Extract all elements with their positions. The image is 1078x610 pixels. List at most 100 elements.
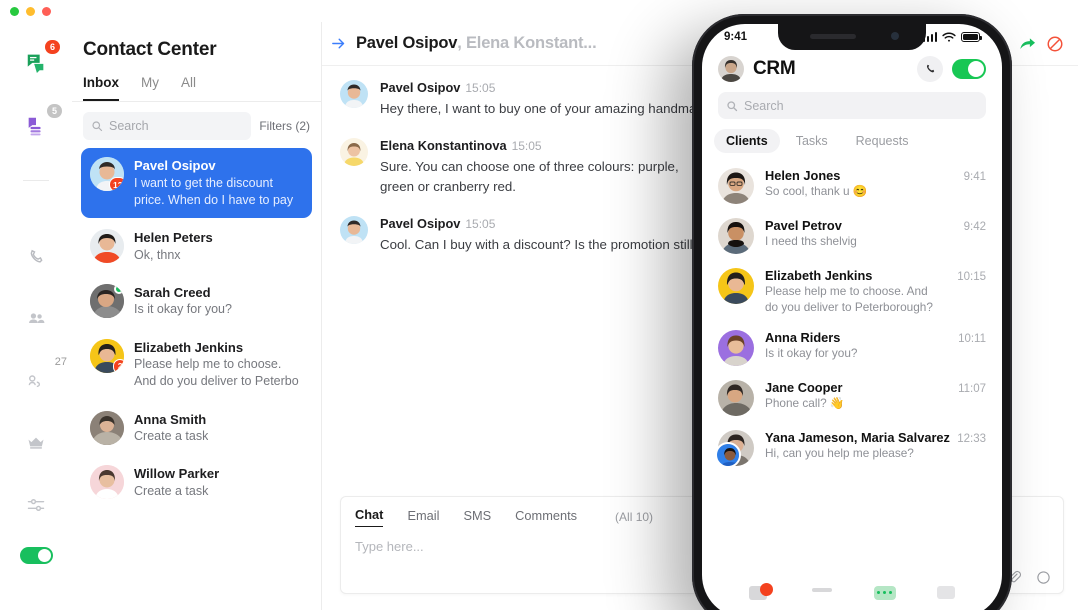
contact-row-pavel-osipov[interactable]: 12 Pavel Osipov I want to get the discou… (81, 148, 312, 219)
settings-icon (27, 499, 45, 511)
phone-search-placeholder: Search (744, 98, 784, 113)
phone-row-top: Anna Riders 10:11 (765, 330, 986, 345)
phone-row-time: 11:07 (958, 382, 986, 395)
avatar (718, 379, 754, 416)
tab-my[interactable]: My (141, 75, 159, 101)
message-text: Hey there, I want to buy one of your ama… (380, 101, 712, 116)
contact-name: Sarah Creed (134, 284, 211, 300)
phone-call-button[interactable] (917, 56, 943, 82)
phone-row-name: Helen Jones (765, 168, 841, 183)
phone-row-text: Yana Jameson, Maria Salvarez 12:33 Hi, c… (765, 430, 986, 466)
rail-item-tasks[interactable]: 5 (16, 104, 62, 146)
message-body-wrap: Elena Konstantinova 15:05 Sure. You can c… (380, 138, 710, 198)
phone-row-text: Anna Riders 10:11 Is it okay for you? (765, 330, 986, 366)
contact-text: Willow Parker Create a task (134, 465, 219, 500)
phone-online-toggle[interactable] (952, 59, 986, 79)
open-arrow-icon[interactable] (330, 35, 347, 52)
avatar-image (718, 329, 754, 366)
window-minimize-button[interactable] (26, 7, 35, 16)
filters-button[interactable]: Filters (2) (259, 119, 310, 133)
phone-row-text: Pavel Petrov 9:42 I need ths shelvig (765, 218, 986, 254)
search-icon (727, 100, 738, 111)
avatar-image (340, 215, 368, 244)
author-name: Pavel Osipov (380, 80, 461, 95)
rail-item-chat[interactable]: 6 (16, 40, 60, 82)
contact-row-elizabeth-jenkins[interactable]: 2 Elizabeth Jenkins Please help me to ch… (81, 330, 312, 400)
composer-tab-email[interactable]: Email (407, 508, 439, 527)
phone-search-input[interactable]: Search (718, 92, 986, 119)
phone-tab-tasks[interactable]: Tasks (784, 129, 840, 153)
wifi-icon (942, 32, 956, 42)
contact-row-helen-peters[interactable]: Helen Peters Ok, thnx (81, 220, 312, 273)
avatar-image (718, 379, 754, 416)
phone-row-preview: I need ths shelvig (765, 234, 857, 248)
tab-all[interactable]: All (181, 75, 196, 101)
phone-row-text: Helen Jones 9:41 So cool, thank u 😊 (765, 168, 986, 204)
composer-tab-chat[interactable]: Chat (355, 507, 384, 527)
rail-item-settings[interactable] (16, 485, 56, 525)
battery-icon (961, 32, 982, 42)
emoji-icon[interactable] (1036, 570, 1051, 585)
forward-arrow-icon[interactable] (1018, 34, 1037, 53)
contact-row-anna-smith[interactable]: Anna Smith Create a task (81, 402, 312, 455)
phone-row-pavel-petrov[interactable]: Pavel Petrov 9:42 I need ths shelvig (718, 211, 986, 261)
phone-row-top: Pavel Petrov 9:42 (765, 218, 986, 233)
window-close-button[interactable] (10, 7, 19, 16)
phone-header: CRM (702, 50, 1002, 82)
avatar (90, 410, 124, 445)
phone-tab-clients[interactable]: Clients (714, 129, 780, 153)
window-maximize-button[interactable] (42, 7, 51, 16)
message-body-wrap: Pavel Osipov 15:05 Cool. Can I buy with a… (380, 216, 693, 256)
contact-row-sarah-creed[interactable]: Sarah Creed Is it okay for you? (81, 275, 312, 328)
rail-item-contacts[interactable] (16, 299, 56, 339)
phone-row-helen-jones[interactable]: Helen Jones 9:41 So cool, thank u 😊 (718, 161, 986, 211)
avatar-image (718, 56, 744, 82)
phone-row-elizabeth-jenkins[interactable]: Elizabeth Jenkins 10:15 Please help me t… (718, 261, 986, 323)
phone-row-top: Jane Cooper 11:07 (765, 380, 986, 395)
phone-row-jane-cooper[interactable]: Jane Cooper 11:07 Phone call? 👋 (718, 373, 986, 423)
rail-item-leads[interactable]: 27 (16, 356, 67, 401)
avatar[interactable] (718, 56, 744, 82)
contact-text: Pavel Osipov I want to get the discount … (134, 157, 303, 209)
nav-item-active[interactable] (873, 586, 896, 600)
rail-item-phone[interactable] (16, 237, 56, 277)
phone-row-anna-riders[interactable]: Anna Riders 10:11 Is it okay for you? (718, 323, 986, 373)
phone-row-preview: Phone call? 👋 (765, 395, 845, 410)
phone-row-text: Jane Cooper 11:07 Phone call? 👋 (765, 380, 986, 416)
window-traffic-lights (10, 7, 51, 16)
phone-row-top: Yana Jameson, Maria Salvarez 12:33 (765, 430, 986, 445)
phone-row-time: 9:41 (963, 171, 986, 183)
phone-icon (30, 249, 43, 263)
rail-online-toggle[interactable] (19, 547, 53, 564)
avatar (340, 80, 368, 108)
author-name: Pavel Osipov (380, 215, 461, 231)
rail-item-crown[interactable] (16, 423, 56, 463)
contact-row-willow-parker[interactable]: Willow Parker Create a task (81, 456, 312, 509)
phone-row-time: 10:11 (958, 332, 986, 345)
nav-item-more[interactable] (937, 586, 956, 599)
nav-item-chats[interactable] (748, 583, 773, 608)
avatar-image (718, 268, 754, 304)
phone-row-top: Helen Jones 9:41 (765, 168, 986, 183)
phone-bottom-nav (702, 583, 1002, 610)
block-icon[interactable] (1046, 35, 1064, 53)
search-icon (92, 121, 103, 132)
phone-tabs: Clients Tasks Requests (702, 119, 1002, 157)
search-input[interactable]: Search (83, 112, 252, 140)
composer-all-count[interactable]: (All 10) (615, 510, 653, 524)
unread-badge: 2 (113, 358, 124, 373)
message-body-wrap: Pavel Osipov 15:05 Hey there, I want to b… (380, 80, 711, 120)
contact-preview: Create a task (134, 429, 209, 444)
phone-row-text: Elizabeth Jenkins 10:15 Please help me t… (765, 268, 986, 316)
phone-row-name: Jane Cooper (765, 379, 843, 395)
phone-tab-requests[interactable]: Requests (844, 129, 921, 153)
phone-row-yana-jameson[interactable]: Yana Jameson, Maria Salvarez 12:33 Hi, c… (715, 423, 986, 473)
author-name: Elena Konstantinova (380, 137, 507, 153)
composer-tab-comments[interactable]: Comments (515, 508, 577, 527)
tab-inbox[interactable]: Inbox (83, 75, 119, 101)
nav-item-tasks[interactable] (812, 588, 833, 592)
phone-speaker (810, 34, 856, 39)
status-time: 9:41 (724, 31, 748, 43)
composer-tab-sms[interactable]: SMS (463, 508, 491, 527)
message-author: Pavel Osipov 15:05 (380, 216, 693, 231)
